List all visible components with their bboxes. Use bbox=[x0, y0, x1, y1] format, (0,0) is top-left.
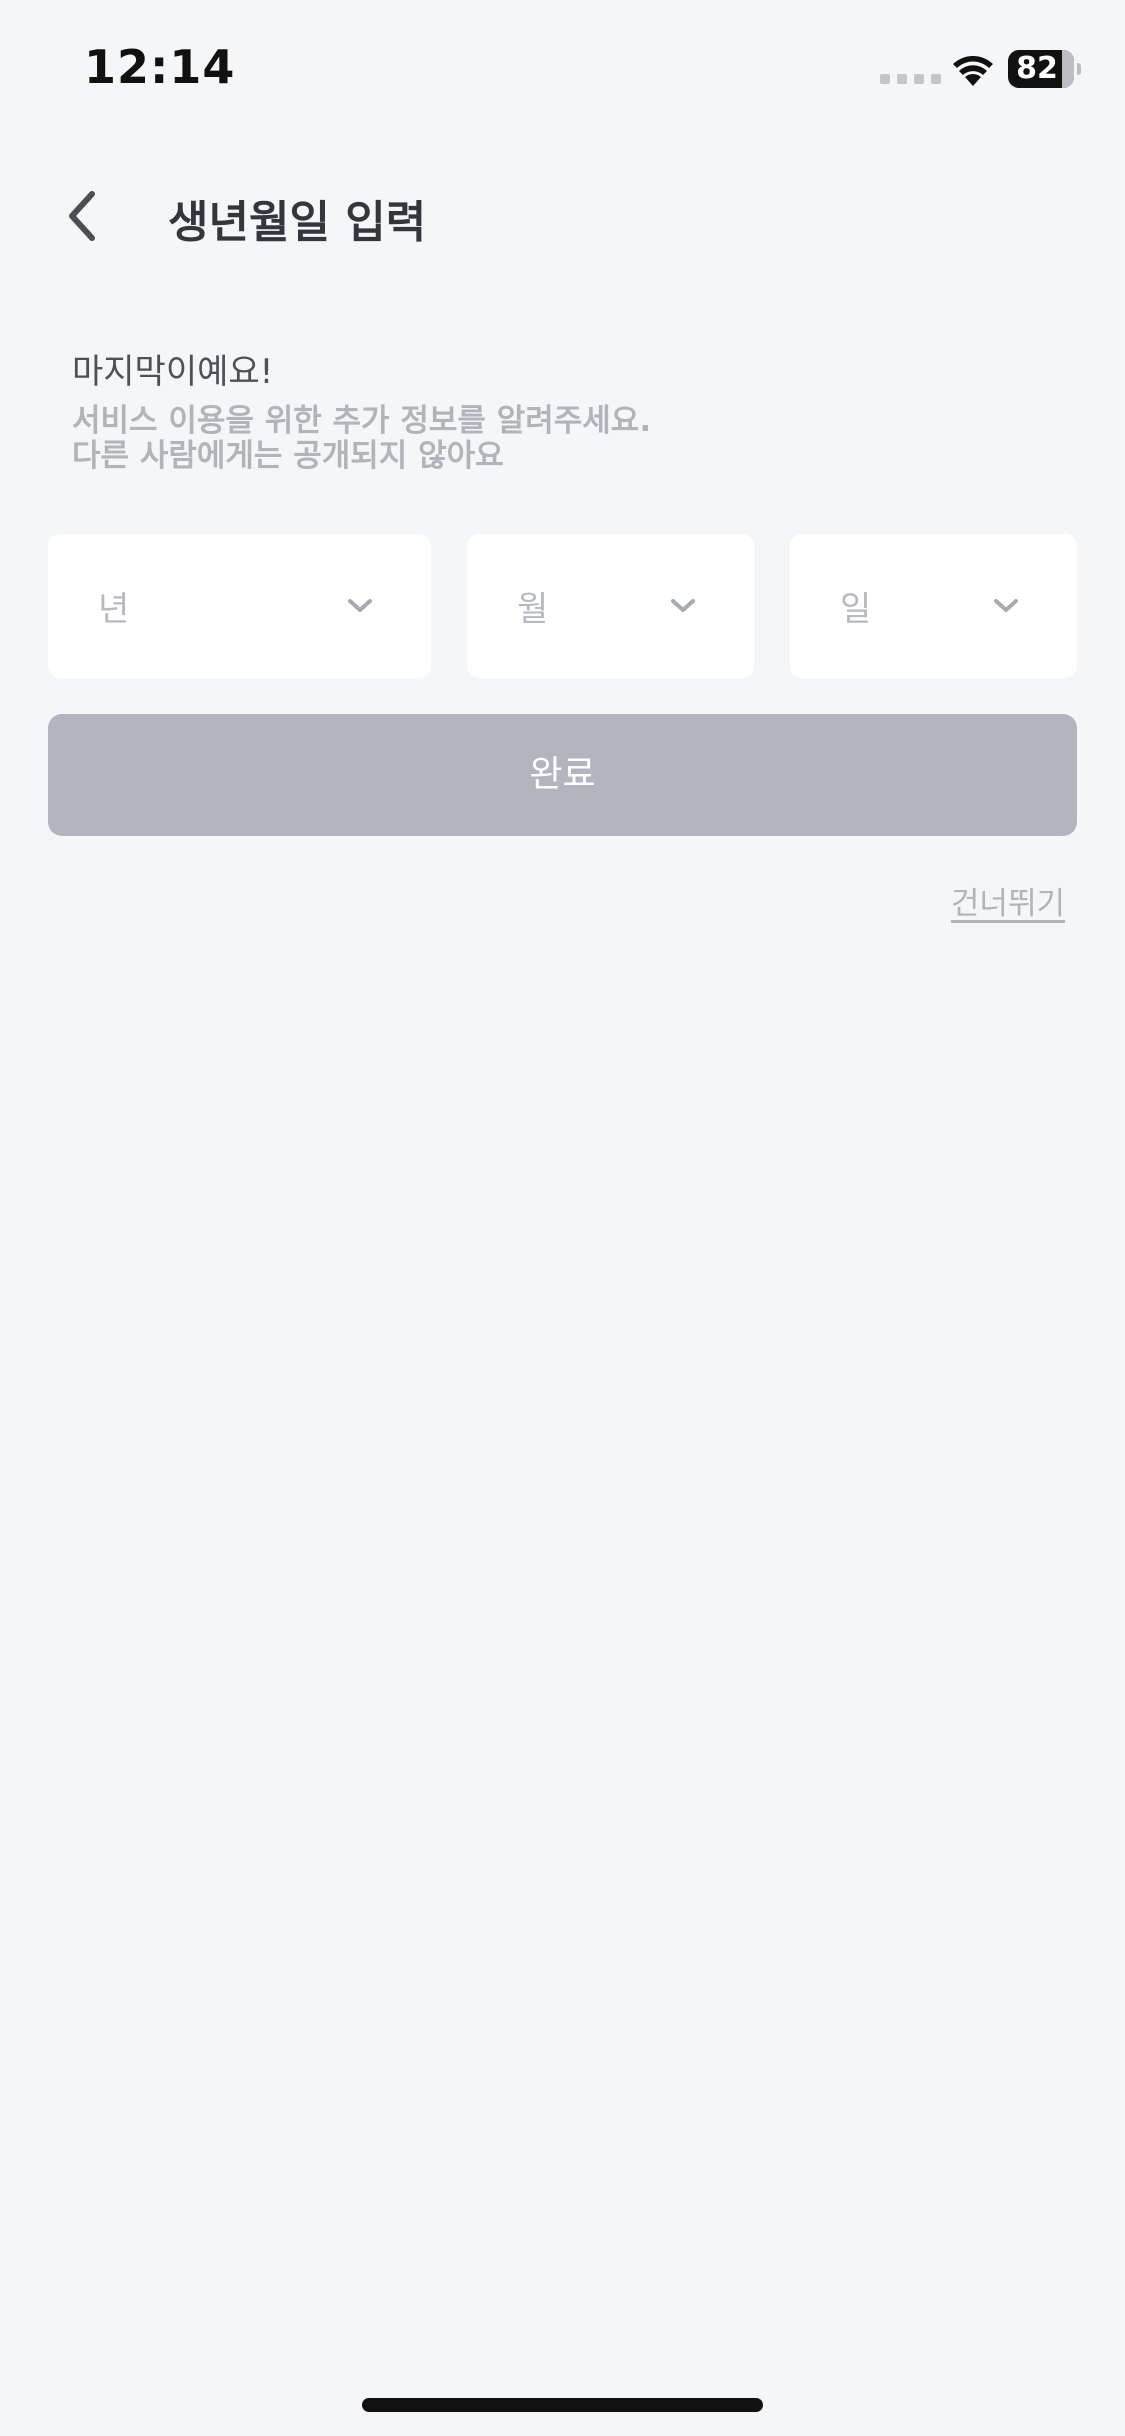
intro-description: 서비스 이용을 위한 추가 정보를 알려주세요. 다른 사람에게는 공개되지 않… bbox=[72, 404, 651, 474]
back-button[interactable] bbox=[56, 180, 112, 252]
month-select[interactable]: 월 bbox=[467, 534, 754, 678]
day-select[interactable]: 일 bbox=[790, 534, 1077, 678]
status-time: 12:14 bbox=[84, 40, 236, 94]
wifi-icon bbox=[953, 56, 993, 86]
page-title: 생년월일 입력 bbox=[168, 197, 427, 248]
month-select-placeholder: 월 bbox=[517, 589, 549, 630]
chevron-down-icon bbox=[348, 599, 372, 612]
intro-description-line-1: 서비스 이용을 위한 추가 정보를 알려주세요. bbox=[72, 403, 652, 439]
battery-level: 82 bbox=[1016, 51, 1058, 86]
battery-icon: 82 bbox=[1008, 50, 1081, 88]
chevron-down-icon bbox=[994, 599, 1018, 612]
intro-description-line-2: 다른 사람에게는 공개되지 않아요 bbox=[72, 438, 504, 474]
status-bar: 12:14 82 bbox=[0, 0, 1125, 140]
complete-button[interactable]: 완료 bbox=[48, 714, 1077, 836]
home-indicator bbox=[362, 2398, 763, 2412]
chevron-left-icon bbox=[69, 191, 95, 241]
year-select-placeholder: 년 bbox=[98, 589, 130, 630]
intro-heading: 마지막이예요! bbox=[72, 352, 274, 392]
skip-link[interactable]: 건너뛰기 bbox=[951, 878, 1065, 923]
day-select-placeholder: 일 bbox=[840, 589, 872, 630]
birthdate-input-screen: 12:14 82 생년월일 입력 마지막이예요! 서비스 이용을 위한 추가 정… bbox=[0, 0, 1125, 2436]
chevron-down-icon bbox=[671, 599, 695, 612]
signal-icon bbox=[880, 74, 941, 84]
year-select[interactable]: 년 bbox=[48, 534, 431, 678]
